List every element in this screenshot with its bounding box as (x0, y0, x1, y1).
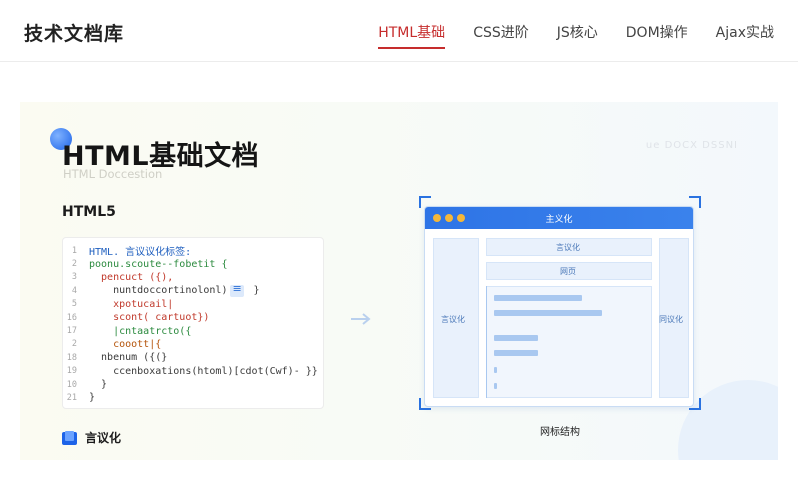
nav-tab-1[interactable]: CSS进阶 (473, 22, 529, 48)
code-line: 19 ccenboxations(htoml)[cdot(Cwf)- }} (63, 365, 323, 378)
footer-tag-label: 言议化 (85, 431, 122, 445)
code-text: } (89, 379, 108, 391)
browser-mockup: 主义化 言议化 同议化 言议化 网页 (424, 206, 694, 407)
header-block-label: 言议化 (556, 243, 580, 252)
site-brand[interactable]: 技术文档库 (24, 19, 124, 46)
line-number: 18 (66, 352, 77, 363)
line-number: 2 (71, 259, 77, 270)
code-text: |cntaatrcto({ (89, 325, 192, 337)
code-text: poonu.scoute--fobetit { (89, 258, 228, 270)
nav-block-label: 网页 (560, 267, 576, 276)
code-line: 16 scont( cartuot}) (63, 311, 323, 324)
line-number: 21 (66, 392, 77, 403)
code-line: 2 poonu.scoute--fobetit { (63, 257, 323, 270)
section-heading: HTML5 (62, 204, 116, 220)
code-text: HTML. 言议议化标签: (89, 247, 192, 259)
code-text: ccenboxations(htoml)[cdot(Cwf)- }} (89, 365, 318, 377)
nav-tab-2[interactable]: JS核心 (557, 22, 598, 48)
code-text: xpotucail| (89, 298, 174, 310)
browser-title: 主义化 (545, 215, 573, 225)
code-line: 4 nuntdoccortinolonl) } (63, 282, 323, 297)
code-line: 17 |cntaatrcto({ (63, 324, 323, 337)
page-structure-diagram: 主义化 言议化 同议化 言议化 网页 网标结构 (419, 196, 701, 438)
left-sidebar-label: 言议化 (441, 315, 465, 324)
code-line: 21} (63, 391, 323, 404)
content-divider (486, 286, 487, 398)
line-number: 19 (66, 366, 77, 377)
code-text: } (89, 392, 96, 404)
line-number: 4 (71, 285, 77, 296)
code-text: pencuct ({), (89, 271, 174, 283)
line-number: 16 (66, 312, 77, 323)
watermark-text: ue DOCX DSSNI (645, 140, 738, 151)
code-line: 18 nbenum ({(} (63, 351, 323, 364)
code-line: 3 pencuct ({), (63, 271, 323, 284)
content-line (494, 295, 582, 301)
nav-tab-3[interactable]: DOM操作 (626, 22, 688, 48)
line-number: 10 (66, 379, 77, 390)
footer-tag: 言议化 (62, 429, 121, 446)
code-snippet-card: 1 HTML. 言议议化标签: 2 poonu.scoute--fobetit {3 … (62, 237, 324, 409)
hero-banner: HTML基础文档 HTML Doccestion ue DOCX DSSNI H… (20, 102, 778, 460)
page-subtitle: HTML Doccestion (63, 167, 163, 181)
line-number: 17 (66, 326, 77, 337)
top-navigation-bar: 技术文档库 HTML基础 CSS进阶 JS核心 DOM操作 Ajax实战 (0, 0, 798, 62)
main-nav: HTML基础 CSS进阶 JS核心 DOM操作 Ajax实战 (378, 22, 774, 49)
code-text: nbenum ({(} (89, 352, 168, 364)
nav-tab-4[interactable]: Ajax实战 (716, 22, 774, 48)
diagram-caption: 网标结构 (540, 427, 580, 438)
content-line (494, 383, 497, 389)
browser-titlebar: 主义化 (425, 207, 693, 229)
menu-icon[interactable] (230, 282, 245, 297)
line-number: 5 (71, 299, 77, 310)
line-number: 2 (71, 339, 77, 350)
line-number: 3 (71, 272, 77, 283)
code-line: 1 HTML. 言议议化标签: (63, 244, 323, 259)
content-line (494, 350, 538, 356)
code-text: nuntdoccortinolonl) (89, 285, 228, 297)
content-line (494, 335, 538, 341)
code-text: cooott|{ (89, 338, 162, 350)
code-text: } (247, 285, 260, 297)
code-text: scont( cartuot}) (89, 312, 210, 324)
code-line: 5 xpotucail| (63, 298, 323, 311)
nav-tab-0[interactable]: HTML基础 (378, 22, 445, 49)
content-block (486, 286, 652, 398)
right-sidebar-label: 同议化 (659, 315, 683, 324)
content-line (494, 310, 602, 316)
code-line: 10 } (63, 378, 323, 391)
arrow-right-icon (351, 313, 371, 325)
content-line (494, 367, 497, 373)
book-icon (62, 430, 77, 445)
code-line: 2 cooott|{ (63, 338, 323, 351)
line-number: 1 (71, 245, 77, 256)
